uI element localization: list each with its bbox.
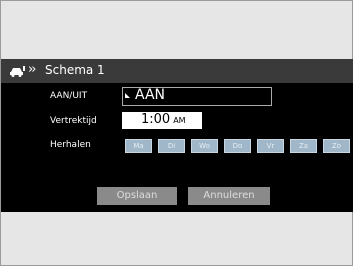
aan-uit-value: AAN — [135, 87, 166, 103]
car-icon — [10, 66, 25, 77]
screenshot-frame: ›› Schema 1 AAN/UIT AAN Vertrektijd 1:00… — [0, 0, 353, 266]
day-button-zo[interactable]: Zo — [323, 139, 350, 153]
aan-uit-toggle[interactable]: AAN — [122, 87, 272, 106]
herhalen-label: Herhalen — [50, 140, 91, 150]
time-digits: 1:00 — [141, 112, 171, 127]
vertrektijd-label: Vertrektijd — [50, 116, 97, 126]
cancel-button[interactable]: Annuleren — [188, 187, 270, 205]
departure-time-field[interactable]: 1:00 AM — [122, 112, 202, 129]
time-value: 1:00 AM — [141, 112, 186, 127]
day-button-ma[interactable]: Ma — [125, 139, 152, 153]
selector-marker-icon — [125, 93, 130, 98]
aan-uit-label: AAN/UIT — [50, 91, 88, 101]
page-title: Schema 1 — [45, 63, 105, 77]
day-button-za[interactable]: Za — [290, 139, 317, 153]
day-button-di[interactable]: Di — [158, 139, 185, 153]
day-button-wo[interactable]: Wo — [191, 139, 218, 153]
day-button-do[interactable]: Do — [224, 139, 251, 153]
breadcrumb-chevron-icon: ›› — [28, 62, 37, 77]
time-ampm: AM — [173, 116, 186, 125]
display-screen: ›› Schema 1 AAN/UIT AAN Vertrektijd 1:00… — [1, 59, 353, 212]
day-button-vr[interactable]: Vr — [257, 139, 284, 153]
header-bar: ›› Schema 1 — [1, 59, 353, 83]
save-button[interactable]: Opslaan — [97, 187, 177, 205]
